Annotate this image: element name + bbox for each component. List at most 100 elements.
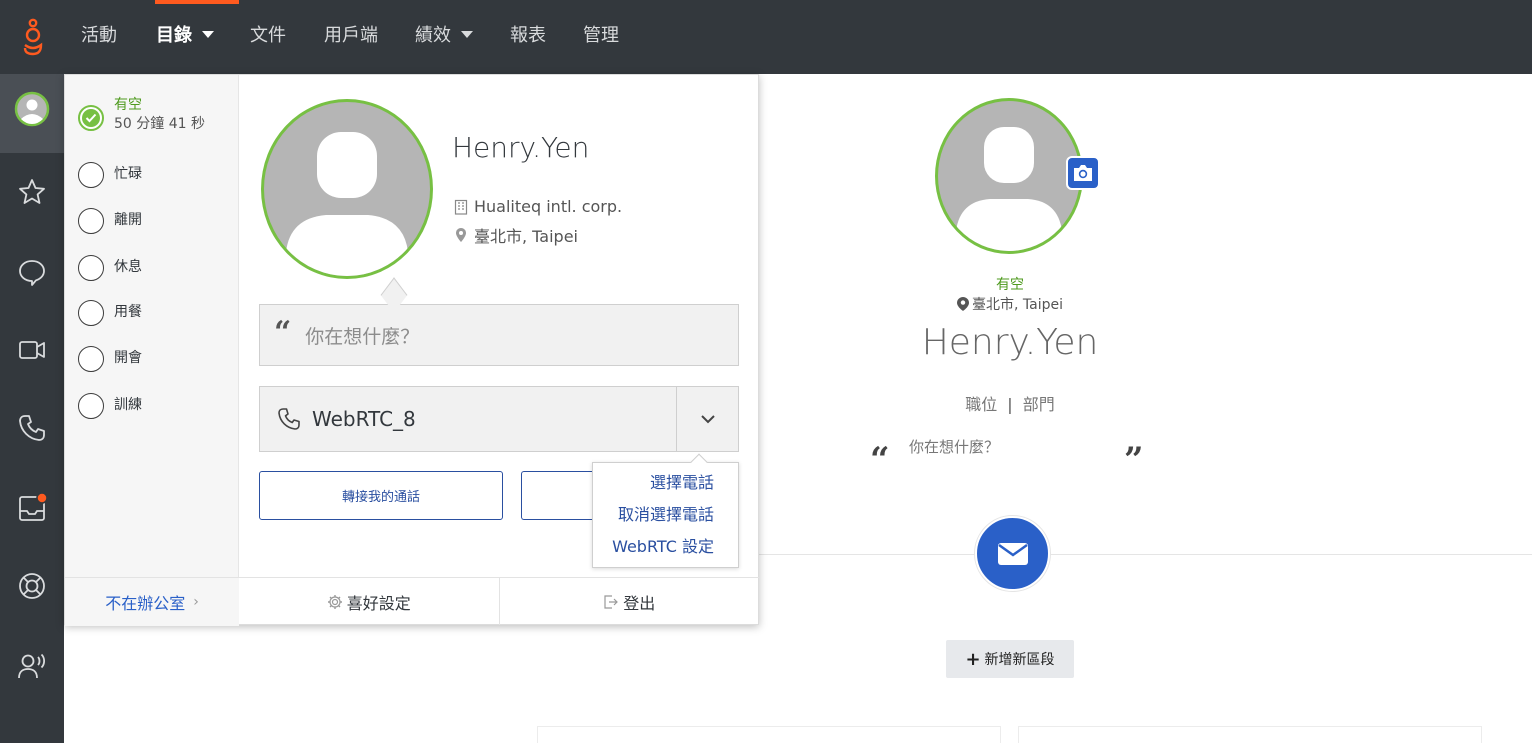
profile-title[interactable]: 職位 bbox=[965, 395, 997, 414]
popover-footer: 喜好設定 登出 bbox=[239, 577, 759, 625]
menu-item-webrtc-settings[interactable]: WebRTC 設定 bbox=[593, 535, 738, 567]
radio-meeting[interactable] bbox=[78, 346, 104, 372]
popover-location: 臺北市, Taipei bbox=[453, 223, 578, 247]
speaking-user-button[interactable] bbox=[14, 648, 50, 684]
building-icon bbox=[454, 199, 468, 215]
preferences-button[interactable]: 喜好設定 bbox=[239, 578, 500, 625]
radio-meal[interactable] bbox=[78, 300, 104, 326]
popover-name: Henry.Yen bbox=[452, 131, 590, 164]
nav-reports-label: 報表 bbox=[510, 25, 546, 46]
status-busy-label: 忙碌 bbox=[114, 166, 142, 182]
favorites-button[interactable] bbox=[14, 174, 50, 210]
profile-name: Henry.Yen bbox=[921, 322, 1099, 363]
phone-button[interactable] bbox=[14, 410, 50, 446]
logout-button[interactable]: 登出 bbox=[500, 578, 760, 625]
radio-available[interactable] bbox=[78, 105, 104, 131]
nav-admin-label: 管理 bbox=[583, 25, 619, 46]
status-duration: 50 分鐘 41 秒 bbox=[114, 116, 205, 132]
nav-directory-label: 目錄 bbox=[156, 25, 192, 46]
profile-title-department: 職位 | 部門 bbox=[910, 391, 1110, 415]
nav-reports[interactable]: 報表 bbox=[510, 0, 546, 74]
title-separator: | bbox=[1007, 395, 1013, 414]
profile-department[interactable]: 部門 bbox=[1023, 395, 1055, 414]
phone-options-menu: 選擇電話 取消選擇電話 WebRTC 設定 bbox=[592, 453, 739, 568]
thought-input[interactable]: “ 你在想什麼？ bbox=[259, 304, 739, 366]
left-rail bbox=[0, 74, 64, 743]
status-training[interactable]: 訓練 bbox=[78, 393, 142, 423]
video-button[interactable] bbox=[14, 332, 50, 368]
camera-icon bbox=[1074, 165, 1092, 181]
nav-clients-label: 用戶端 bbox=[324, 25, 378, 46]
phone-icon bbox=[19, 415, 45, 441]
section-divider bbox=[759, 554, 1532, 555]
profile-location-text: 臺北市, Taipei bbox=[972, 297, 1063, 313]
status-break-label: 休息 bbox=[114, 259, 142, 275]
send-email-button[interactable] bbox=[975, 516, 1050, 591]
inbox-button[interactable] bbox=[14, 490, 50, 526]
help-button[interactable] bbox=[14, 568, 50, 604]
status-away[interactable]: 離開 bbox=[78, 208, 142, 238]
status-meal-label: 用餐 bbox=[114, 304, 142, 320]
profile-thought[interactable]: 你在想什麼？ bbox=[909, 436, 999, 457]
chevron-down-icon bbox=[700, 415, 715, 424]
nav-documents[interactable]: 文件 bbox=[250, 0, 286, 74]
notification-dot bbox=[36, 493, 47, 504]
radio-training[interactable] bbox=[78, 393, 104, 419]
status-training-label: 訓練 bbox=[114, 397, 142, 413]
genesys-logo-icon[interactable] bbox=[18, 18, 48, 56]
profile-status: 有空 bbox=[996, 277, 1024, 293]
status-available[interactable]: 有空 50 分鐘 41 秒 bbox=[78, 97, 205, 132]
status-meeting[interactable]: 開會 bbox=[78, 346, 142, 376]
popover-location-text: 臺北市, Taipei bbox=[474, 227, 578, 246]
profile-avatar bbox=[935, 98, 1083, 254]
status-away-label: 離開 bbox=[114, 212, 142, 228]
radio-break[interactable] bbox=[78, 255, 104, 281]
popover-avatar[interactable] bbox=[261, 99, 433, 279]
status-available-label: 有空 bbox=[114, 97, 142, 113]
nav-directory[interactable]: 目錄 bbox=[156, 0, 214, 74]
menu-item-deselect-phone[interactable]: 取消選擇電話 bbox=[593, 503, 738, 535]
presence-status-list: 有空 50 分鐘 41 秒 忙碌 離開 休息 用餐 開會 訓練 bbox=[65, 75, 239, 577]
quote-icon: “ bbox=[274, 315, 292, 350]
radio-away[interactable] bbox=[78, 208, 104, 234]
nav-activity[interactable]: 活動 bbox=[81, 0, 117, 74]
nav-performance-label: 績效 bbox=[415, 25, 451, 46]
phone-icon bbox=[278, 408, 300, 430]
nav-performance[interactable]: 績效 bbox=[415, 0, 473, 74]
nav-clients[interactable]: 用戶端 bbox=[324, 0, 378, 74]
add-section-button[interactable]: + 新增新區段 bbox=[946, 640, 1074, 678]
out-of-office-button[interactable]: 不在辦公室 › bbox=[65, 577, 239, 626]
chat-bubble-icon bbox=[19, 260, 45, 286]
phone-dropdown-toggle[interactable] bbox=[676, 387, 738, 451]
logout-label: 登出 bbox=[623, 593, 656, 613]
location-pin-icon bbox=[456, 228, 466, 242]
presence-popover: 有空 50 分鐘 41 秒 忙碌 離開 休息 用餐 開會 訓練 不在辦公室 › H… bbox=[64, 74, 759, 626]
rail-profile-item[interactable] bbox=[0, 74, 64, 153]
status-break[interactable]: 休息 bbox=[78, 255, 142, 285]
menu-pointer bbox=[690, 453, 708, 471]
location-pin-icon bbox=[957, 297, 969, 311]
chat-button[interactable] bbox=[14, 254, 50, 290]
out-of-office-label: 不在辦公室 bbox=[105, 594, 186, 613]
chevron-down-icon bbox=[461, 30, 473, 38]
popover-company-text: Hualiteq intl. corp. bbox=[474, 197, 623, 216]
speaking-user-icon bbox=[18, 653, 46, 679]
status-meal[interactable]: 用餐 bbox=[78, 300, 142, 330]
nav-admin[interactable]: 管理 bbox=[583, 0, 619, 74]
radio-busy[interactable] bbox=[78, 162, 104, 188]
change-photo-button[interactable] bbox=[1066, 156, 1100, 190]
transfer-calls-button[interactable]: 轉接我的通話 bbox=[259, 471, 503, 520]
envelope-icon bbox=[997, 542, 1028, 565]
lifebuoy-icon bbox=[19, 573, 45, 599]
profile-card bbox=[1018, 726, 1482, 743]
status-busy[interactable]: 忙碌 bbox=[78, 162, 142, 192]
plus-icon: + bbox=[965, 648, 981, 670]
logout-icon bbox=[604, 594, 619, 609]
phone-selected-value: WebRTC_8 bbox=[312, 407, 416, 431]
nav-documents-label: 文件 bbox=[250, 25, 286, 46]
phone-selector[interactable]: WebRTC_8 bbox=[259, 386, 739, 452]
star-icon bbox=[19, 179, 45, 204]
user-avatar-icon bbox=[14, 91, 50, 127]
thought-placeholder: 你在想什麼？ bbox=[305, 325, 420, 348]
menu-item-select-phone[interactable]: 選擇電話 bbox=[593, 471, 738, 503]
